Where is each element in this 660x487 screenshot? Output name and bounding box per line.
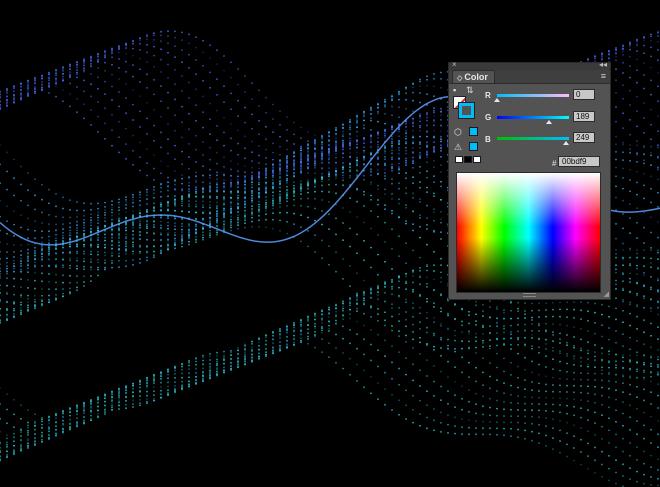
r-value-field[interactable]: 0 — [573, 89, 595, 100]
panel-tab-row: ◇ Color ≡ — [449, 70, 610, 84]
b-label: B — [485, 135, 491, 144]
none-color-swatch[interactable] — [455, 156, 463, 163]
r-label: R — [485, 91, 491, 100]
gamut-color-swatch[interactable] — [469, 142, 478, 151]
collapse-icon[interactable]: ◂◂ — [599, 60, 607, 70]
hex-value-field[interactable]: 00bdf9 — [558, 156, 600, 167]
black-color-swatch[interactable] — [464, 156, 472, 163]
stroke-swatch[interactable] — [458, 102, 475, 119]
cube-icon: ⬡ — [454, 127, 462, 137]
swap-colors-icon[interactable]: ⇅ — [466, 85, 474, 95]
b-value-field[interactable]: 249 — [573, 132, 595, 143]
g-slider[interactable] — [497, 116, 569, 119]
b-slider[interactable] — [497, 137, 569, 140]
close-icon[interactable]: × — [452, 60, 457, 70]
hex-label: # — [552, 159, 557, 168]
panel-menu-icon[interactable]: ≡ — [601, 71, 606, 82]
white-color-swatch[interactable] — [473, 156, 481, 163]
b-slider-thumb[interactable] — [563, 141, 569, 145]
r-slider-thumb[interactable] — [494, 98, 500, 102]
warning-icon: ⚠ — [454, 142, 463, 152]
tab-color-label: Color — [464, 72, 488, 82]
websafe-color-swatch[interactable] — [469, 127, 478, 136]
r-slider[interactable] — [497, 94, 569, 97]
g-label: G — [485, 113, 492, 122]
tab-color[interactable]: ◇ Color — [452, 70, 495, 83]
panel-resize-grip[interactable] — [523, 293, 536, 297]
g-value-field[interactable]: 189 — [573, 111, 595, 122]
g-slider-thumb[interactable] — [546, 120, 552, 124]
color-spectrum-ramp[interactable] — [456, 172, 601, 293]
default-colors-icon[interactable]: ▪ — [453, 85, 456, 95]
corner-resize-icon[interactable]: ◢ — [604, 291, 609, 298]
color-panel: × ◂◂ ◇ Color ≡ ▪ ⇅ ⬡ ⚠ R 0 G 189 B 249 # … — [448, 60, 611, 300]
tab-arrows-icon: ◇ — [457, 75, 463, 82]
